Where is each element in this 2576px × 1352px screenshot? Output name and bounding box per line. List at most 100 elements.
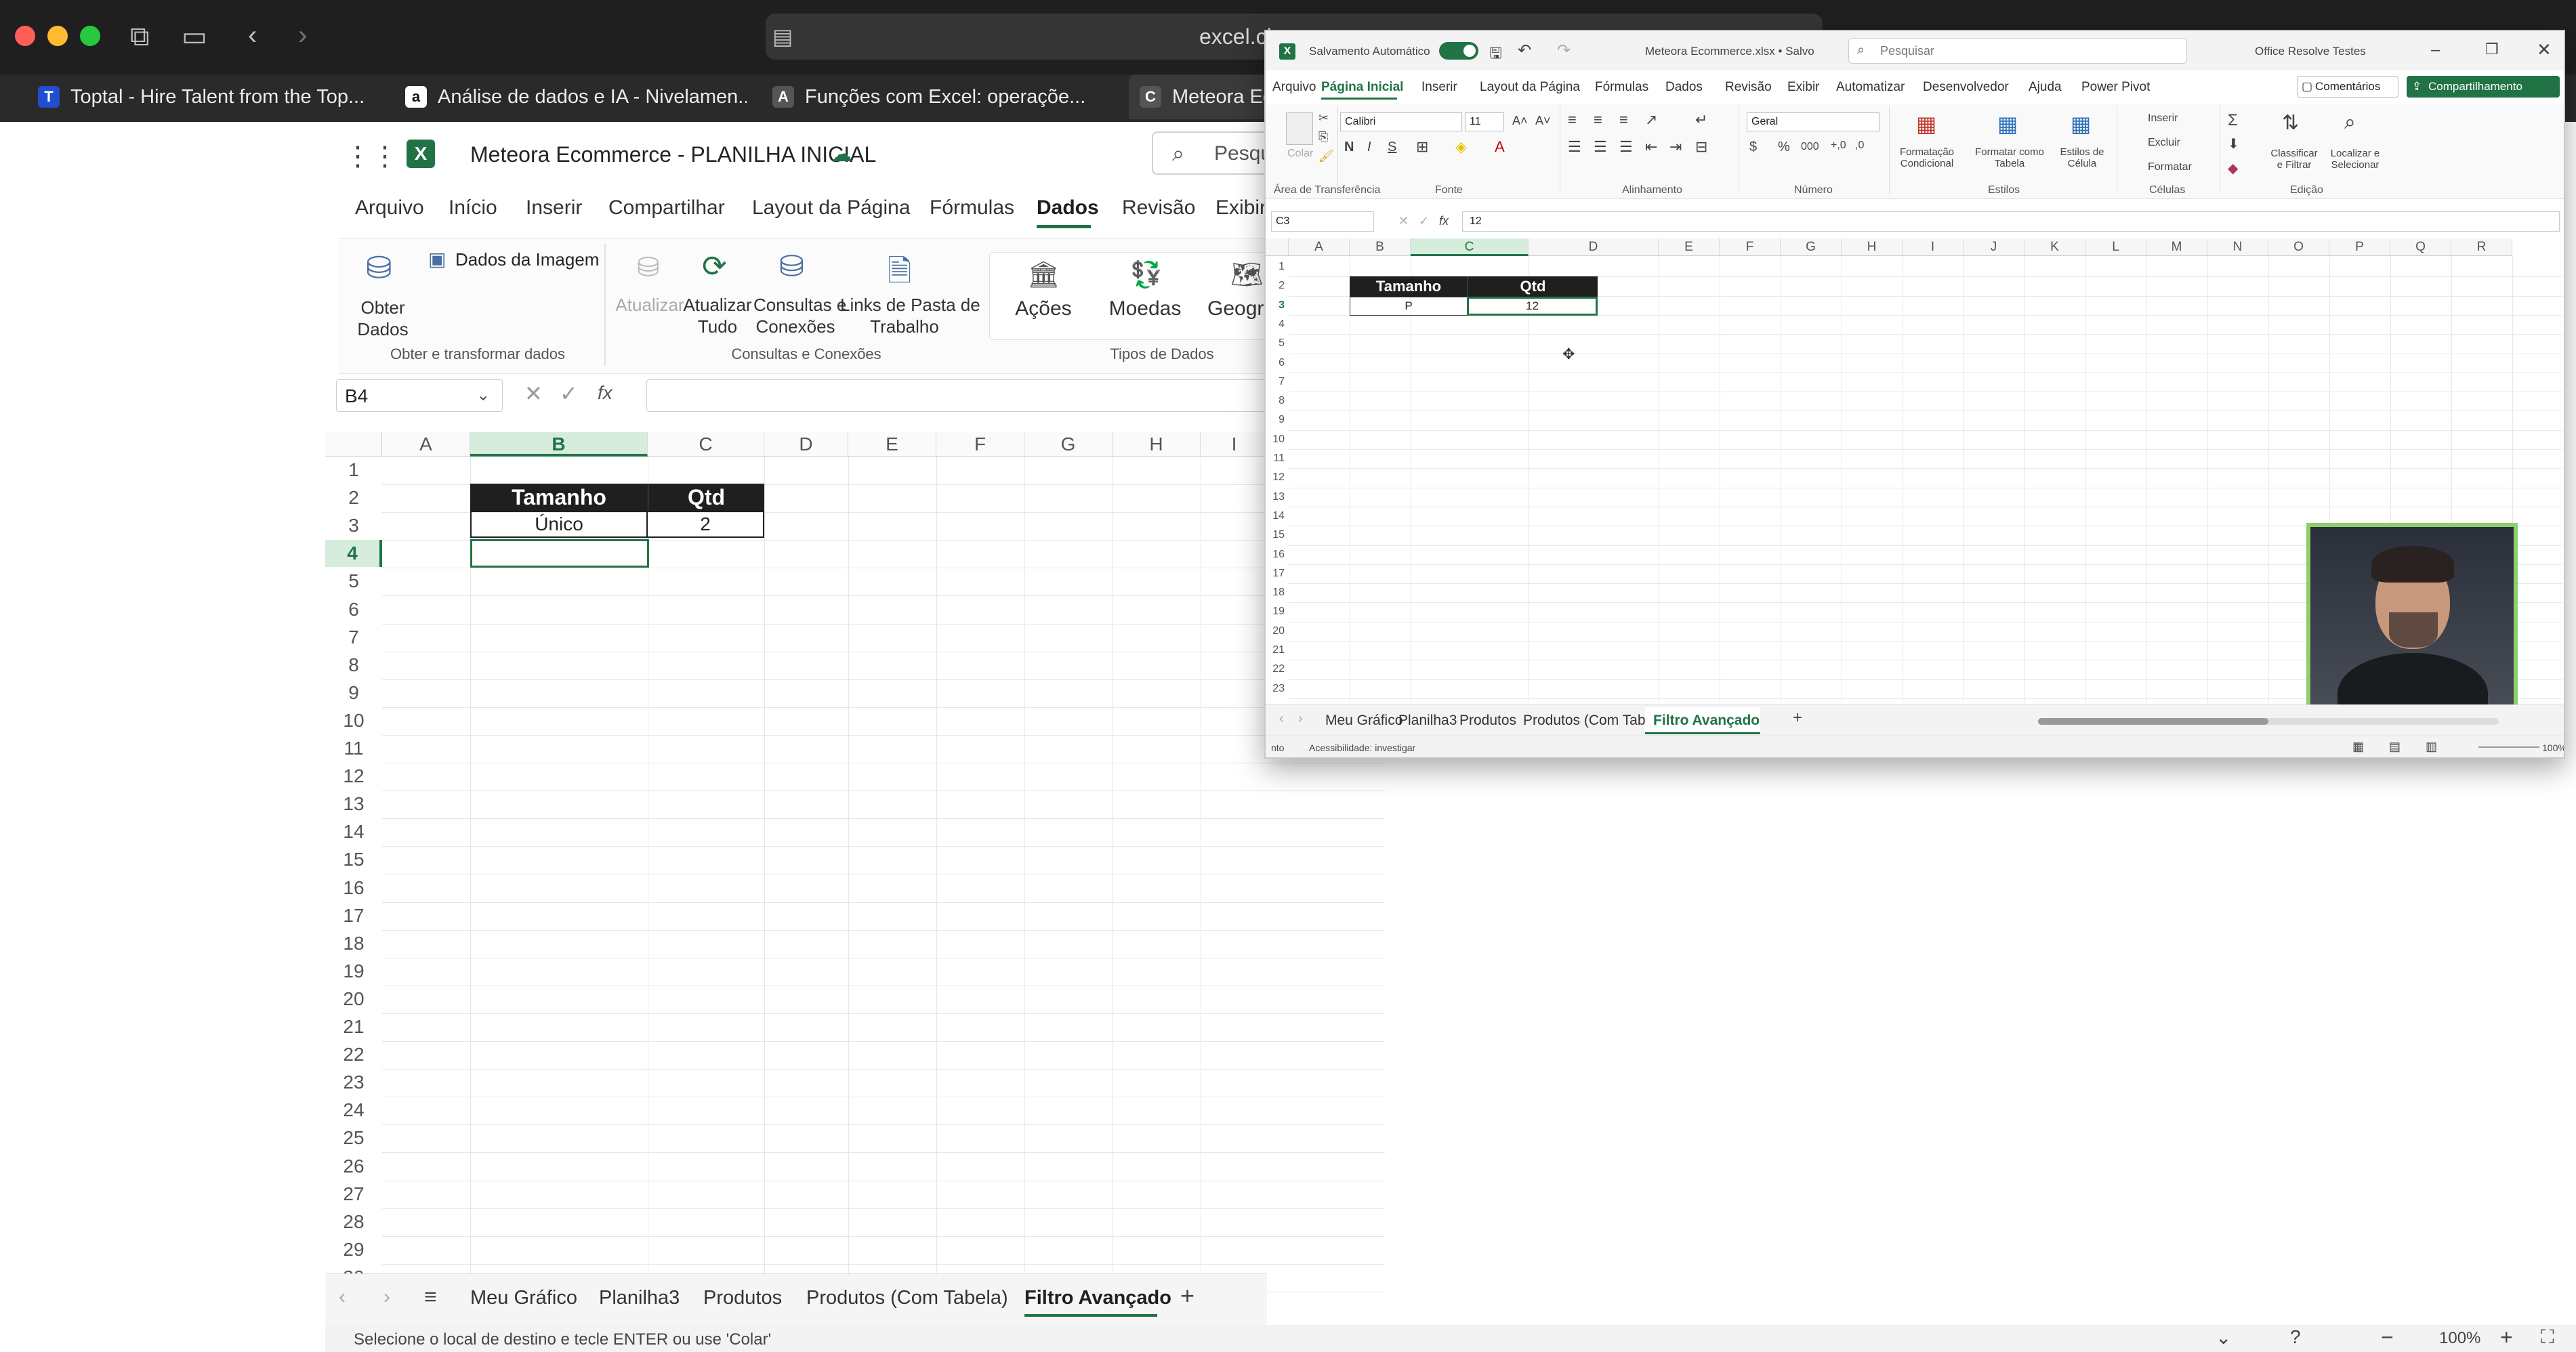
account-name[interactable]: Office Resolve Testes (2255, 45, 2366, 58)
row-header[interactable]: 22 (1266, 660, 1289, 679)
row-header[interactable]: 2 (325, 484, 382, 511)
tab-pagina-inicial[interactable]: Página Inicial (1321, 80, 1403, 95)
desktop-search-box[interactable]: ⌕ Pesquisar (1848, 38, 2187, 64)
merge-icon[interactable]: ⊟ (1695, 138, 1707, 156)
add-sheet-icon[interactable]: + (1180, 1282, 1194, 1310)
row-header[interactable]: 7 (1266, 373, 1289, 392)
row-header[interactable]: 8 (1266, 392, 1289, 410)
row-header[interactable]: 23 (325, 1069, 382, 1096)
column-header[interactable]: P (2329, 238, 2390, 256)
italic-icon[interactable]: I (1367, 140, 1371, 155)
zoom-level[interactable]: 100% (2542, 742, 2564, 753)
tab-power-pivot[interactable]: Power Pivot (2081, 80, 2150, 95)
tab-arquivo[interactable]: Arquivo (355, 196, 424, 219)
minimize-window-button[interactable] (47, 26, 68, 46)
reader-icon[interactable]: ▤ (772, 23, 793, 50)
back-icon[interactable]: ‹ (248, 22, 257, 49)
font-color-icon[interactable]: A (1495, 138, 1505, 156)
zoom-in-icon[interactable]: + (2500, 1325, 2513, 1350)
row-header[interactable]: 6 (325, 596, 382, 623)
conditional-format-button[interactable]: Formatação Condicional (1892, 146, 1962, 169)
normal-view-icon[interactable]: ▦ (2352, 740, 2364, 754)
row-header[interactable]: 23 (1266, 679, 1289, 698)
share-button[interactable]: ⇪ Compartilhamento (2407, 76, 2560, 98)
row-header[interactable]: 24 (325, 1097, 382, 1124)
tab-formulas[interactable]: Fórmulas (930, 196, 1014, 219)
row-header[interactable]: 14 (1266, 507, 1289, 526)
page-break-icon[interactable]: ▥ (2426, 740, 2437, 754)
row-header[interactable]: 12 (325, 763, 382, 790)
row-header[interactable]: 26 (325, 1153, 382, 1180)
cancel-formula-icon[interactable]: ✕ (524, 381, 543, 406)
row-header[interactable]: 29 (325, 1236, 382, 1263)
align-right-icon[interactable]: ☰ (1619, 138, 1633, 156)
tab-dados[interactable]: Dados (1665, 80, 1703, 95)
column-header[interactable]: C (1411, 238, 1529, 256)
select-all-corner[interactable] (1266, 238, 1289, 256)
align-top-icon[interactable]: ≡ (1568, 111, 1577, 129)
workbook-title[interactable]: Meteora Ecommerce - PLANILHA INICIAL (470, 142, 876, 167)
sheet-tab[interactable]: Planilha3 (1398, 713, 1457, 729)
table-header-tamanho[interactable]: Tamanho (470, 484, 648, 511)
row-header[interactable]: 8 (325, 652, 382, 679)
bold-icon[interactable]: N (1344, 140, 1354, 155)
row-header[interactable]: 22 (325, 1041, 382, 1068)
zoom-out-icon[interactable]: − (2381, 1325, 2394, 1350)
browser-tab-toptal[interactable]: T Toptal - Hire Talent from the Top... (27, 75, 379, 119)
row-header[interactable]: 16 (325, 874, 382, 902)
tab-dados[interactable]: Dados (1037, 196, 1099, 219)
comments-button[interactable]: ▢ Comentários (2297, 76, 2398, 98)
column-header[interactable]: E (1659, 238, 1720, 256)
insert-cells-button[interactable]: Inserir (2148, 112, 2178, 125)
row-header[interactable]: 18 (325, 930, 382, 957)
desktop-filename[interactable]: Meteora Ecommerce.xlsx • Salvo (1645, 45, 1814, 58)
desktop-formula-input[interactable]: 12 (1462, 211, 2560, 232)
align-middle-icon[interactable]: ≡ (1594, 111, 1602, 129)
row-header[interactable]: 14 (325, 818, 382, 845)
column-header[interactable]: J (1964, 238, 2024, 256)
row-header[interactable]: 2 (1266, 276, 1289, 295)
column-header[interactable]: K (2024, 238, 2085, 256)
horizontal-scrollbar[interactable] (2038, 718, 2499, 725)
close-window-button[interactable] (15, 26, 35, 46)
sheet-tab[interactable]: Produtos (703, 1287, 782, 1309)
row-header[interactable]: 5 (1266, 334, 1289, 353)
sheet-tab[interactable]: Meu Gráfico (470, 1287, 577, 1309)
tab-formulas[interactable]: Fórmulas (1595, 80, 1648, 95)
row-header[interactable]: 11 (1266, 449, 1289, 468)
sheet-tab[interactable]: Meu Gráfico (1325, 713, 1403, 729)
tab-inserir[interactable]: Inserir (1421, 80, 1457, 95)
column-header[interactable]: L (2085, 238, 2146, 256)
column-header[interactable]: I (1201, 432, 1268, 457)
table-header-tamanho[interactable]: Tamanho (1350, 276, 1468, 297)
refresh-button[interactable]: Atualizar (612, 294, 687, 316)
row-header[interactable]: 16 (1266, 545, 1289, 564)
scroll-right-icon[interactable]: › (383, 1286, 390, 1309)
stocks-button[interactable]: Ações (1003, 298, 1084, 320)
zoom-level[interactable]: 100% (2439, 1329, 2480, 1348)
font-name-select[interactable]: Calibri (1340, 112, 1462, 131)
sheet-tab[interactable]: Planilha3 (599, 1287, 680, 1309)
row-header[interactable]: 15 (1266, 526, 1289, 545)
row-header[interactable]: 3 (1266, 296, 1289, 315)
row-header[interactable]: 19 (325, 958, 382, 985)
redo-icon[interactable]: ↷ (1557, 41, 1571, 60)
all-sheets-icon[interactable]: ≡ (424, 1284, 437, 1309)
row-header[interactable]: 21 (325, 1013, 382, 1040)
row-header[interactable]: 13 (1266, 488, 1289, 507)
column-header[interactable]: Q (2390, 238, 2451, 256)
row-header[interactable]: 11 (325, 735, 382, 762)
decrease-indent-icon[interactable]: ⇤ (1645, 138, 1657, 156)
format-as-table-button[interactable]: Formatar como Tabela (1968, 146, 2052, 169)
table-cell-tamanho[interactable]: Único (470, 511, 648, 538)
currency-icon[interactable]: $ (1749, 140, 1757, 155)
row-header[interactable]: 1 (325, 457, 382, 484)
number-format-select[interactable]: Geral (1747, 112, 1879, 131)
autosave-toggle[interactable] (1439, 42, 1478, 60)
column-header[interactable]: F (936, 432, 1024, 457)
row-header[interactable]: 20 (325, 986, 382, 1013)
cut-icon[interactable]: ✂ (1318, 111, 1329, 125)
column-header[interactable]: D (764, 432, 848, 457)
insert-function-icon[interactable]: fx (598, 382, 612, 404)
workbook-links-button[interactable]: Links de Pasta de Trabalho (840, 294, 980, 337)
